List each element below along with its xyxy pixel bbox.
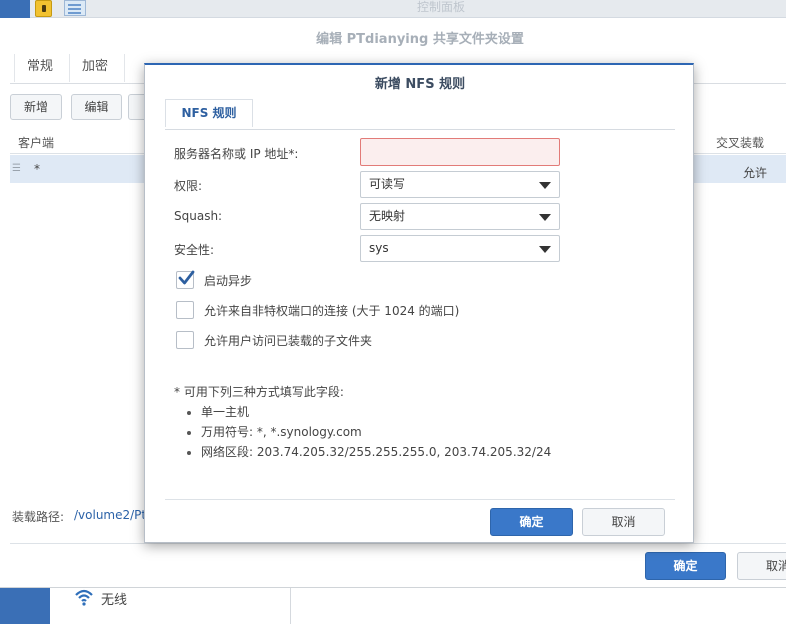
security-label: 安全性: bbox=[174, 243, 215, 257]
hint-item: 网络区段: 203.74.205.32/255.255.255.0, 203.7… bbox=[187, 443, 551, 460]
drag-handle-icon[interactable]: ☰ bbox=[12, 164, 21, 174]
hint-title: * 可用下列三种方式填写此字段: bbox=[174, 385, 344, 399]
chevron-down-icon bbox=[539, 214, 551, 221]
wifi-icon bbox=[75, 589, 93, 606]
share-cancel-button[interactable]: 取消 bbox=[737, 552, 786, 580]
sidebar-item-wireless[interactable]: 无线 bbox=[101, 589, 127, 608]
dialog-title: 新增 NFS 规则 bbox=[374, 77, 466, 92]
squash-label: Squash: bbox=[174, 209, 223, 223]
checkmark-icon bbox=[178, 270, 195, 285]
edit-button[interactable]: 编辑 bbox=[71, 94, 122, 120]
sidebar-accent bbox=[0, 588, 50, 624]
row-client-cell: * bbox=[34, 162, 40, 176]
chevron-down-icon bbox=[539, 246, 551, 253]
server-input[interactable] bbox=[360, 138, 560, 166]
squash-select[interactable]: 无映射 bbox=[360, 203, 560, 230]
column-header-crossmnt[interactable]: 交叉装载 bbox=[716, 132, 764, 154]
security-select[interactable]: sys bbox=[360, 235, 560, 262]
nonpriv-port-label[interactable]: 允许来自非特权端口的连接 (大于 1024 的端口) bbox=[204, 302, 459, 319]
subfolder-access-checkbox[interactable] bbox=[176, 331, 194, 349]
hint-item: 单一主机 bbox=[187, 403, 249, 420]
hint-item: 万用符号: *, *.synology.com bbox=[187, 423, 362, 440]
control-panel-title: 控制面板 bbox=[416, 0, 465, 14]
tab-general[interactable]: 常规 bbox=[14, 54, 70, 82]
chevron-down-icon bbox=[539, 182, 551, 189]
footer-divider bbox=[10, 543, 786, 544]
share-window-title: 编辑 PTdianying 共享文件夹设置 bbox=[316, 32, 524, 47]
cancel-button[interactable]: 取消 bbox=[582, 508, 665, 536]
dialog-tab-divider bbox=[165, 129, 675, 130]
row-crossmnt-cell: 允许 bbox=[743, 166, 768, 180]
tab-nfs-rule[interactable]: NFS 规则 bbox=[165, 99, 253, 127]
mount-path-value: /volume2/Pt bbox=[74, 508, 147, 522]
tab-encryption[interactable]: 加密 bbox=[70, 54, 125, 82]
dialog-footer-divider bbox=[165, 499, 675, 500]
privilege-select[interactable]: 可读写 bbox=[360, 171, 560, 198]
privilege-value: 可读写 bbox=[369, 177, 406, 191]
privilege-label: 权限: bbox=[174, 179, 203, 193]
mount-path-label: 装载路径: bbox=[12, 510, 65, 524]
share-ok-button[interactable]: 确定 bbox=[645, 552, 726, 580]
nonpriv-port-checkbox[interactable] bbox=[176, 301, 194, 319]
async-checkbox[interactable] bbox=[176, 270, 195, 289]
server-label: 服务器名称或 IP 地址*: bbox=[174, 147, 299, 161]
panel-divider bbox=[290, 588, 291, 624]
add-nfs-rule-dialog: 新增 NFS 规则 NFS 规则 服务器名称或 IP 地址*: 权限: 可读写 … bbox=[144, 63, 694, 543]
confirm-button[interactable]: 确定 bbox=[490, 508, 573, 536]
security-value: sys bbox=[369, 241, 389, 255]
squash-value: 无映射 bbox=[369, 209, 406, 223]
async-label[interactable]: 启动异步 bbox=[204, 272, 252, 289]
add-button[interactable]: 新增 bbox=[10, 94, 62, 120]
subfolder-access-label[interactable]: 允许用户访问已装载的子文件夹 bbox=[204, 332, 372, 349]
